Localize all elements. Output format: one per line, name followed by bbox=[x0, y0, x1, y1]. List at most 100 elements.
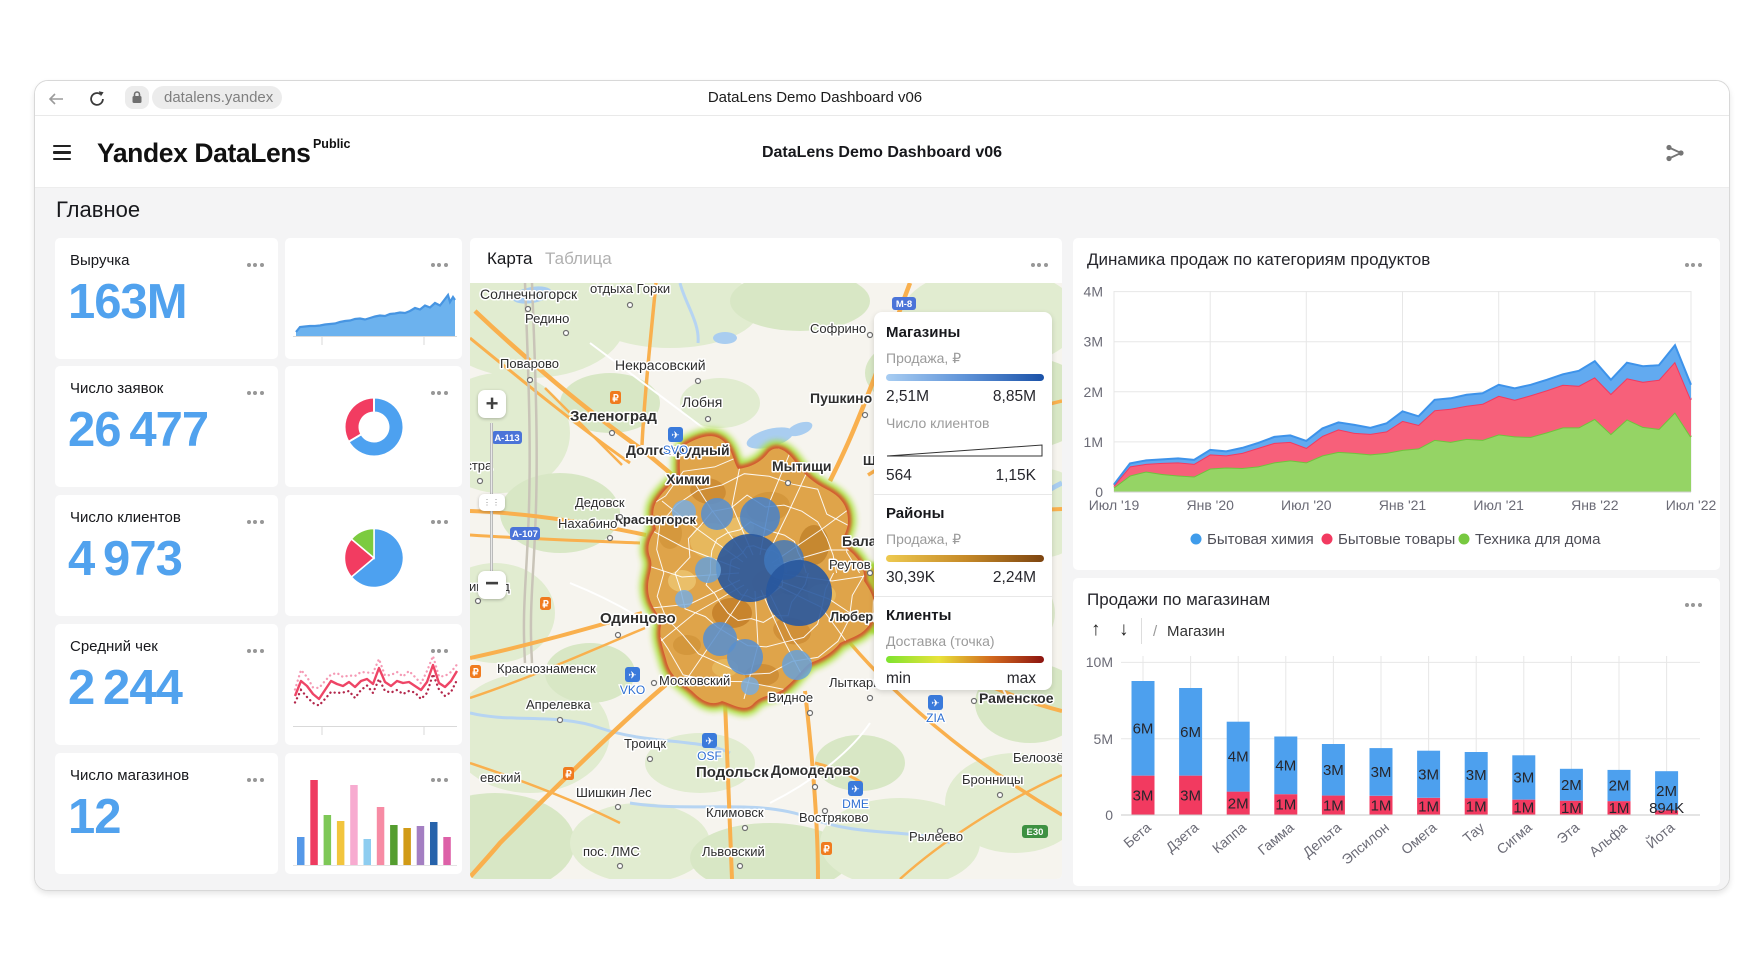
svg-text:Мытищи: Мытищи bbox=[772, 458, 832, 474]
svg-text:OSF: OSF bbox=[697, 749, 722, 763]
svg-text:Омега: Омега bbox=[1398, 819, 1440, 858]
svg-text:Гамма: Гамма bbox=[1255, 819, 1297, 858]
svg-text:Июл '21: Июл '21 bbox=[1473, 497, 1524, 513]
svg-text:Красногорск: Красногорск bbox=[615, 512, 696, 527]
svg-text:Краснознаменск: Краснознаменск bbox=[497, 661, 596, 676]
svg-text:✈: ✈ bbox=[671, 431, 679, 442]
svg-text:6M: 6M bbox=[1180, 724, 1201, 741]
svg-text:Софрино: Софрино bbox=[810, 321, 866, 336]
svg-text:Эпсилон: Эпсилон bbox=[1339, 819, 1392, 867]
svg-text:5M: 5M bbox=[1094, 731, 1113, 747]
svg-text:Львовский: Львовский bbox=[702, 844, 765, 859]
svg-text:VKO: VKO bbox=[620, 683, 645, 697]
svg-text:Апрелевка: Апрелевка bbox=[526, 697, 591, 712]
svg-text:отдыха Горки: отдыха Горки bbox=[590, 283, 670, 296]
svg-text:Московский: Московский bbox=[659, 673, 730, 688]
svg-text:✈: ✈ bbox=[705, 737, 713, 748]
svg-text:3M: 3M bbox=[1180, 787, 1201, 804]
svg-text:ZIA: ZIA bbox=[926, 711, 945, 725]
svg-text:4M: 4M bbox=[1275, 757, 1296, 774]
svg-text:3M: 3M bbox=[1323, 762, 1344, 779]
svg-text:Солнечногорск: Солнечногорск bbox=[480, 286, 578, 302]
svg-text:М-8: М-8 bbox=[896, 299, 912, 310]
svg-text:4M: 4M bbox=[1084, 284, 1103, 300]
svg-text:10M: 10M bbox=[1086, 654, 1113, 670]
svg-text:А-113: А-113 bbox=[494, 433, 519, 444]
svg-text:Рылеево: Рылеево bbox=[909, 829, 963, 844]
svg-text:₽: ₽ bbox=[612, 394, 619, 405]
svg-text:3M: 3M bbox=[1466, 767, 1487, 784]
svg-text:Востряково: Востряково bbox=[799, 810, 869, 825]
svg-text:Июл '22: Июл '22 bbox=[1666, 497, 1717, 513]
svg-text:Троицк: Троицк bbox=[624, 736, 666, 751]
svg-text:4M: 4M bbox=[1228, 749, 1249, 766]
svg-text:2M: 2M bbox=[1084, 384, 1103, 400]
svg-text:Одинцово: Одинцово bbox=[600, 610, 676, 627]
svg-text:1M: 1M bbox=[1084, 434, 1103, 450]
svg-text:3M: 3M bbox=[1371, 764, 1392, 781]
svg-text:₽: ₽ bbox=[472, 668, 479, 679]
svg-text:Альфа: Альфа bbox=[1586, 819, 1630, 860]
svg-text:✈: ✈ bbox=[931, 699, 939, 710]
svg-text:Бета: Бета bbox=[1120, 819, 1154, 851]
svg-text:евский: евский bbox=[480, 770, 521, 785]
svg-text:Некрасовский: Некрасовский bbox=[615, 357, 706, 373]
svg-text:1M: 1M bbox=[1561, 800, 1582, 817]
svg-text:Бытовая химия: Бытовая химия bbox=[1207, 531, 1314, 548]
svg-text:Шишкин Лес: Шишкин Лес bbox=[576, 785, 652, 800]
svg-text:Июл '19: Июл '19 bbox=[1089, 497, 1140, 513]
svg-text:✈: ✈ bbox=[628, 671, 636, 682]
svg-text:Зеленоград: Зеленоград bbox=[570, 408, 657, 425]
svg-text:3M: 3M bbox=[1418, 766, 1439, 783]
svg-text:DME: DME bbox=[842, 797, 869, 811]
svg-text:Раменское: Раменское bbox=[979, 690, 1054, 706]
svg-text:Йота: Йота bbox=[1642, 818, 1677, 851]
svg-text:Бытовые товары: Бытовые товары bbox=[1338, 531, 1455, 548]
svg-text:E30: E30 bbox=[1027, 827, 1044, 838]
svg-text:пос. ЛМС: пос. ЛМС bbox=[583, 844, 640, 859]
svg-text:1M: 1M bbox=[1513, 799, 1534, 816]
svg-text:0: 0 bbox=[1105, 807, 1113, 823]
svg-text:Бронницы: Бронницы bbox=[962, 772, 1023, 787]
svg-text:2M: 2M bbox=[1609, 778, 1630, 795]
svg-text:Июл '20: Июл '20 bbox=[1281, 497, 1332, 513]
svg-text:Домодедово: Домодедово bbox=[771, 762, 859, 778]
svg-text:1M: 1M bbox=[1466, 799, 1487, 816]
svg-text:Реутов: Реутов bbox=[829, 557, 871, 572]
svg-text:Белоозёрский: Белоозёрский bbox=[1013, 750, 1062, 765]
svg-text:Тау: Тау bbox=[1460, 819, 1488, 846]
svg-text:Каппа: Каппа bbox=[1209, 819, 1249, 856]
svg-text:Сигма: Сигма bbox=[1493, 819, 1534, 857]
svg-text:Эта: Эта bbox=[1554, 819, 1583, 847]
svg-text:Дзета: Дзета bbox=[1162, 819, 1201, 856]
svg-text:Дедовск: Дедовск bbox=[575, 495, 625, 510]
svg-text:3M: 3M bbox=[1133, 787, 1154, 804]
svg-text:₽: ₽ bbox=[542, 600, 549, 611]
svg-text:₽: ₽ bbox=[823, 845, 830, 856]
svg-text:Поварово: Поварово bbox=[500, 356, 559, 371]
svg-text:3M: 3M bbox=[1513, 770, 1534, 787]
svg-text:Химки: Химки bbox=[666, 471, 710, 487]
svg-text:Климовск: Климовск bbox=[706, 805, 764, 820]
svg-text:Янв '22: Янв '22 bbox=[1571, 497, 1619, 513]
svg-text:Видное: Видное bbox=[768, 690, 813, 705]
svg-text:894K: 894K bbox=[1649, 800, 1684, 817]
svg-text:Техника для дома: Техника для дома bbox=[1475, 531, 1601, 548]
svg-text:Нахабино: Нахабино bbox=[558, 516, 617, 531]
svg-text:Дельта: Дельта bbox=[1299, 819, 1344, 860]
svg-text:Пушкино: Пушкино bbox=[810, 390, 872, 406]
svg-text:1M: 1M bbox=[1371, 797, 1392, 814]
svg-text:3M: 3M bbox=[1084, 334, 1103, 350]
svg-text:✈: ✈ bbox=[851, 785, 859, 796]
svg-text:Янв '21: Янв '21 bbox=[1379, 497, 1427, 513]
svg-text:А-107: А-107 bbox=[512, 529, 538, 540]
svg-text:2M: 2M bbox=[1656, 783, 1677, 800]
svg-text:Редино: Редино bbox=[525, 311, 569, 326]
svg-text:1M: 1M bbox=[1323, 797, 1344, 814]
svg-text:2M: 2M bbox=[1228, 795, 1249, 812]
svg-text:1M: 1M bbox=[1418, 798, 1439, 815]
svg-text:2M: 2M bbox=[1561, 777, 1582, 794]
svg-text:1M: 1M bbox=[1609, 800, 1630, 817]
svg-text:SVO: SVO bbox=[663, 443, 688, 457]
svg-text:₽: ₽ bbox=[565, 770, 572, 781]
